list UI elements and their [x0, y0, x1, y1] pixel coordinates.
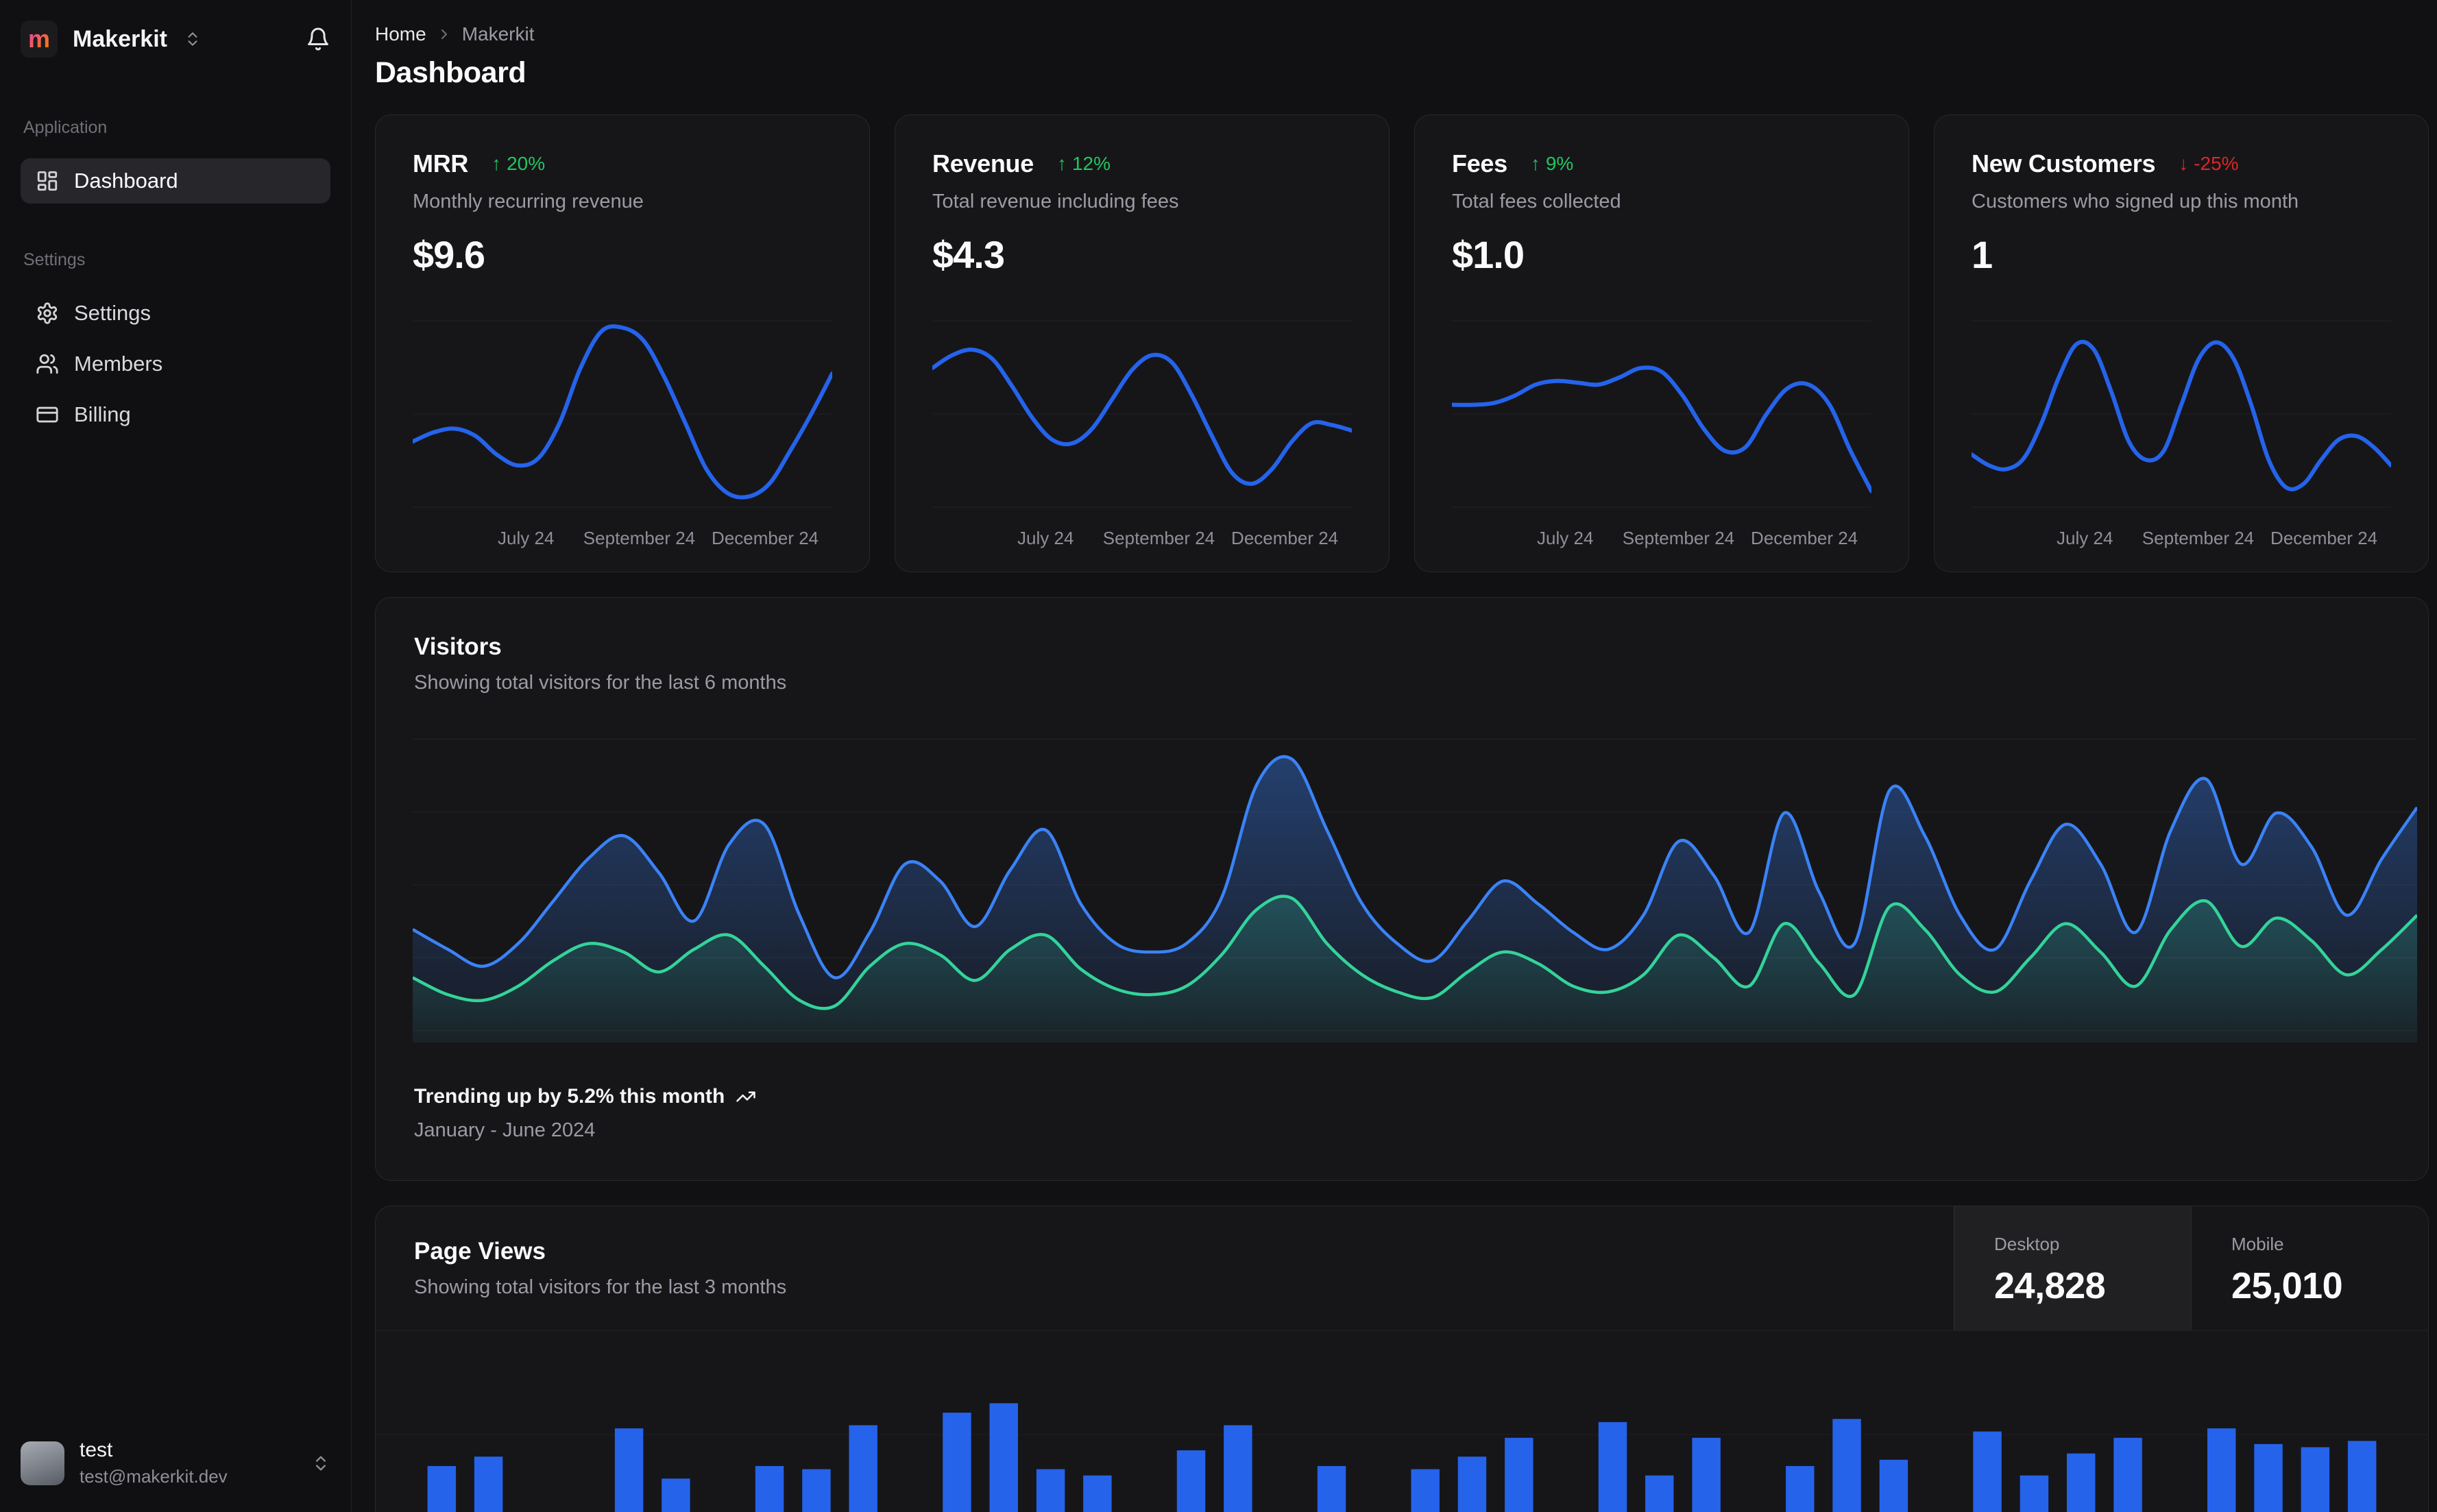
- stat-description: Total fees collected: [1452, 191, 1621, 212]
- user-email: test@makerkit.dev: [80, 1466, 228, 1487]
- sidebar-item-dashboard[interactable]: Dashboard: [21, 158, 330, 204]
- chevrons-up-down-icon: [311, 1454, 330, 1473]
- stat-description: Customers who signed up this month: [1972, 191, 2299, 212]
- stat-label: MRR: [413, 149, 469, 178]
- x-tick-label: September 24: [583, 528, 696, 548]
- breadcrumb: Home Makerkit: [375, 23, 2429, 45]
- sparkline-chart: July 24 September 24 December 24: [1452, 311, 1871, 552]
- sidebar-item-label: Billing: [74, 402, 131, 426]
- visitors-title: Visitors: [414, 633, 502, 660]
- x-tick-label: July 24: [2057, 528, 2113, 548]
- stat-label: New Customers: [1972, 149, 2156, 178]
- makerkit-dashboard-app: m Makerkit Application Dashboard Setting…: [0, 0, 2437, 1512]
- toggle-label: Desktop: [1994, 1234, 2060, 1254]
- trend-badge: ↑ 9%: [1530, 153, 1574, 174]
- page-views-header: Page Views Showing total visitors for th…: [376, 1206, 2428, 1331]
- page-views-bar-chart: [376, 1403, 2428, 1512]
- user-meta: test test@makerkit.dev: [80, 1439, 228, 1487]
- toggle-desktop[interactable]: Desktop 24,828: [1954, 1206, 2191, 1330]
- arrow-up-icon: ↑: [1530, 153, 1540, 174]
- x-tick-label: December 24: [712, 528, 819, 548]
- user-avatar: [21, 1441, 64, 1485]
- trending-up-icon: [736, 1086, 756, 1107]
- users-icon: [36, 352, 59, 376]
- x-axis-ticks: July 24 September 24 December 24: [413, 521, 832, 552]
- page-views-card: Page Views Showing total visitors for th…: [375, 1206, 2429, 1512]
- stat-value: 1: [1972, 233, 1993, 276]
- sidebar-item-members[interactable]: Members: [21, 341, 330, 387]
- x-tick-label: December 24: [2270, 528, 2378, 548]
- credit-card-icon: [36, 403, 59, 426]
- stat-card-mrr: MRR ↑ 20% Monthly recurring revenue $9.6 …: [375, 114, 870, 572]
- x-tick-label: July 24: [498, 528, 555, 548]
- gear-icon: [36, 302, 59, 325]
- section-label-application: Application: [23, 118, 108, 137]
- sparkline-chart: July 24 September 24 December 24: [932, 311, 1352, 552]
- stat-description: Monthly recurring revenue: [413, 191, 644, 212]
- stat-cards-row: MRR ↑ 20% Monthly recurring revenue $9.6 …: [375, 114, 2429, 572]
- visitors-description: Showing total visitors for the last 6 mo…: [414, 672, 787, 694]
- visitors-footer: Trending up by 5.2% this month January -…: [376, 1085, 2428, 1142]
- chevrons-up-down-icon: [184, 30, 202, 48]
- logo-letter: m: [27, 25, 50, 53]
- trend-text: Trending up by 5.2% this month: [414, 1085, 725, 1108]
- user-name: test: [80, 1439, 113, 1461]
- x-tick-label: December 24: [1231, 528, 1339, 548]
- stat-card-revenue: Revenue ↑ 12% Total revenue including fee…: [895, 114, 1390, 572]
- bell-icon[interactable]: [306, 27, 330, 51]
- x-tick-label: September 24: [1622, 528, 1735, 548]
- workspace-name: Makerkit: [73, 25, 167, 52]
- x-tick-label: September 24: [2142, 528, 2255, 548]
- toggle-mobile[interactable]: Mobile 25,010: [2191, 1206, 2428, 1330]
- x-axis-ticks: July 24 September 24 December 24: [932, 521, 1352, 552]
- sparkline-chart: July 24 September 24 December 24: [1972, 311, 2391, 552]
- page-title: Dashboard: [375, 56, 526, 89]
- toggle-value: 24,828: [1994, 1265, 2106, 1306]
- series-toggles: Desktop 24,828 Mobile 25,010: [1954, 1206, 2428, 1330]
- visitors-area-chart: [413, 727, 2417, 1042]
- sparkline-chart: July 24 September 24 December 24: [413, 311, 832, 552]
- sidebar-item-label: Settings: [74, 301, 151, 325]
- sidebar-item-settings[interactable]: Settings: [21, 291, 330, 336]
- stat-label: Fees: [1452, 149, 1507, 178]
- x-axis-ticks: July 24 September 24 December 24: [1452, 521, 1871, 552]
- x-tick-label: July 24: [1017, 528, 1074, 548]
- arrow-down-icon: ↓: [2179, 153, 2189, 174]
- breadcrumb-home-link[interactable]: Home: [375, 23, 426, 45]
- sidebar-item-label: Dashboard: [74, 169, 178, 193]
- stat-card-new-customers: New Customers ↓ -25% Customers who signed…: [1934, 114, 2429, 572]
- x-tick-label: December 24: [1751, 528, 1858, 548]
- x-tick-label: September 24: [1102, 528, 1215, 548]
- visitors-period: January - June 2024: [414, 1119, 596, 1141]
- stat-value: $1.0: [1452, 233, 1525, 276]
- dashboard-icon: [36, 169, 59, 193]
- stat-card-fees: Fees ↑ 9% Total fees collected $1.0 July …: [1414, 114, 1909, 572]
- user-menu[interactable]: test test@makerkit.dev: [21, 1439, 330, 1487]
- workspace-switcher[interactable]: m Makerkit: [21, 21, 330, 58]
- stat-value: $9.6: [413, 233, 485, 276]
- arrow-up-icon: ↑: [492, 153, 502, 174]
- trend-badge: ↑ 20%: [492, 153, 546, 174]
- arrow-up-icon: ↑: [1056, 153, 1067, 174]
- toggle-label: Mobile: [2231, 1234, 2284, 1254]
- visitors-card: Visitors Showing total visitors for the …: [375, 597, 2429, 1181]
- chevron-right-icon: [436, 26, 452, 42]
- toggle-value: 25,010: [2231, 1265, 2343, 1306]
- trend-badge: ↓ -25%: [2179, 153, 2239, 174]
- stat-label: Revenue: [932, 149, 1034, 178]
- trend-badge: ↑ 12%: [1056, 153, 1111, 174]
- sidebar-item-label: Members: [74, 352, 163, 376]
- stat-value: $4.3: [932, 233, 1005, 276]
- sidebar-item-billing[interactable]: Billing: [21, 392, 330, 437]
- stat-description: Total revenue including fees: [932, 191, 1179, 212]
- x-tick-label: July 24: [1537, 528, 1594, 548]
- makerkit-logo: m: [21, 21, 58, 58]
- page-views-title: Page Views: [414, 1238, 546, 1265]
- main-content: Home Makerkit Dashboard MRR ↑ 20% Monthly…: [352, 0, 2437, 1512]
- sidebar: m Makerkit Application Dashboard Setting…: [0, 0, 352, 1512]
- section-label-settings: Settings: [23, 250, 86, 269]
- x-axis-ticks: July 24 September 24 December 24: [1972, 521, 2391, 552]
- page-views-description: Showing total visitors for the last 3 mo…: [414, 1276, 787, 1298]
- breadcrumb-current[interactable]: Makerkit: [462, 23, 535, 45]
